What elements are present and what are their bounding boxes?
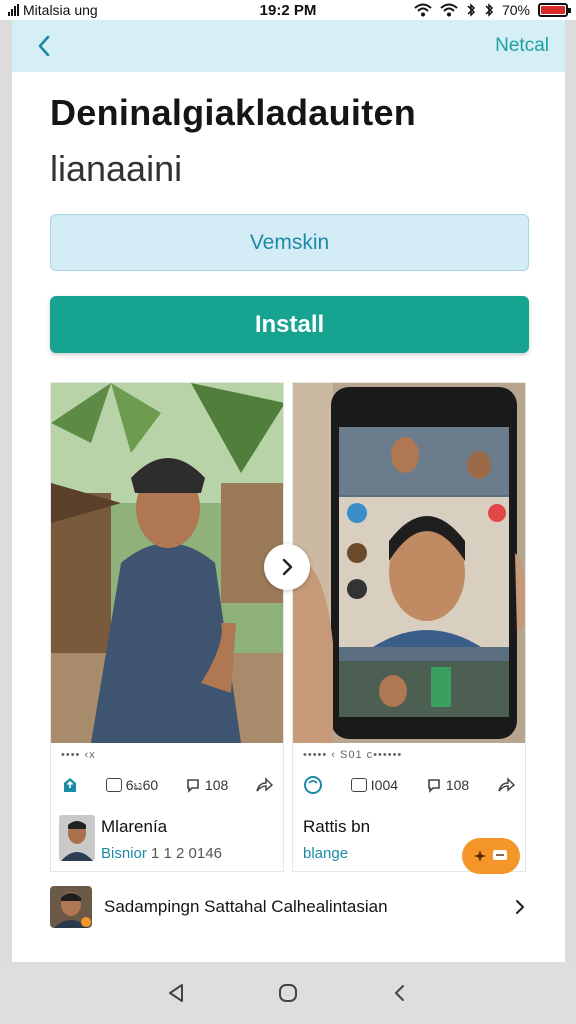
- author-name[interactable]: Mlarenía: [101, 817, 167, 837]
- install-button[interactable]: Install: [50, 296, 529, 353]
- forward-button[interactable]: [255, 777, 273, 793]
- app-bar: Netcal: [12, 20, 565, 72]
- reply-button[interactable]: 108: [185, 777, 228, 793]
- avatar: [50, 886, 92, 928]
- card-meta: •••• ‹x: [61, 749, 96, 761]
- avatar-image: [50, 886, 92, 928]
- forward-button[interactable]: [497, 777, 515, 793]
- photo-illustration: [51, 383, 283, 743]
- chevron-right-icon: [282, 558, 293, 576]
- author-name[interactable]: Rattis bn: [303, 817, 370, 837]
- comment-count: 6ಟ60: [125, 776, 159, 793]
- back-button[interactable]: [28, 30, 60, 62]
- status-bar: Mitalsia ung 19:2 PM 70%: [0, 0, 576, 20]
- nav-back-button[interactable]: [161, 978, 191, 1008]
- home-circle-icon: [279, 984, 297, 1002]
- forward-icon: [498, 777, 515, 792]
- card-meta: ••••• ‹ S01 c••••••: [303, 749, 403, 761]
- share-button[interactable]: [61, 776, 79, 794]
- photo-video-call[interactable]: [293, 383, 525, 743]
- wifi-icon: [414, 3, 432, 17]
- status-left: Mitalsia ung: [8, 2, 98, 18]
- battery-icon: [538, 3, 571, 17]
- share-icon: [64, 778, 76, 792]
- card-actions: I004 108: [303, 771, 515, 799]
- chevron-left-icon: [38, 35, 50, 57]
- comment-button[interactable]: I004: [350, 777, 399, 793]
- comment-icon: [350, 778, 367, 792]
- list-item[interactable]: Sadampingn Sattahal Calhealintasian: [50, 882, 530, 932]
- page-subtitle: lianaaini: [50, 148, 183, 189]
- main-panel: Netcal Deninalgiakladauiten lianaaini Ve…: [12, 20, 565, 962]
- author-meta: Bisnior 1 1 2 0146: [101, 845, 222, 862]
- author-handle[interactable]: blange: [303, 845, 348, 862]
- author-handle[interactable]: Bisnior: [101, 845, 147, 862]
- like-button[interactable]: [303, 775, 323, 795]
- nav-recents-button[interactable]: [385, 978, 415, 1008]
- photo-man-village[interactable]: [51, 383, 283, 743]
- reply-count: 108: [445, 777, 470, 793]
- avatar[interactable]: [59, 815, 95, 861]
- triangle-back-icon: [169, 984, 183, 1002]
- photo-illustration: [293, 383, 525, 743]
- reply-icon: [428, 779, 440, 793]
- comment-icon: [105, 778, 122, 792]
- carrier-label: Mitalsia ung: [23, 2, 98, 18]
- chevron-right-icon: [516, 900, 524, 914]
- like-icon: [304, 776, 322, 794]
- nav-home-button[interactable]: [273, 978, 303, 1008]
- battery-text: 70%: [501, 2, 530, 18]
- avatar-image: [59, 815, 95, 861]
- carousel-next-button[interactable]: [264, 544, 310, 590]
- secondary-button[interactable]: Vemskin: [50, 214, 529, 271]
- bluetooth-icon: [467, 3, 476, 17]
- media-card[interactable]: •••• ‹x 6ಟ60 108 Mlarenía Bisnior 1 1 2 …: [50, 382, 284, 872]
- page-title: Deninalgiakladauiten: [50, 92, 417, 133]
- system-nav-bar: [0, 962, 576, 1024]
- status-right: 70%: [414, 2, 571, 18]
- chat-fab[interactable]: [462, 838, 520, 874]
- author-numbers: 1 1 2 0146: [151, 845, 222, 862]
- card-actions: 6ಟ60 108: [61, 771, 273, 799]
- author-meta: blange: [303, 845, 348, 862]
- comment-count: I004: [370, 777, 399, 793]
- wifi-icon: [440, 3, 458, 17]
- signal-icon: [8, 4, 19, 16]
- bluetooth-icon: [485, 3, 494, 17]
- reply-icon: [187, 779, 199, 793]
- chevron-left-icon: [395, 985, 404, 1001]
- sparkle-icon: [474, 850, 486, 862]
- list-item-label: Sadampingn Sattahal Calhealintasian: [104, 897, 388, 916]
- reply-button[interactable]: 108: [426, 777, 469, 793]
- forward-icon: [256, 777, 273, 792]
- comment-button[interactable]: 6ಟ60: [105, 776, 159, 794]
- reply-count: 108: [204, 777, 229, 793]
- message-icon: [493, 850, 507, 860]
- media-card[interactable]: ••••• ‹ S01 c•••••• I004 108 Rattis bn b…: [292, 382, 526, 872]
- next-button[interactable]: Netcal: [495, 35, 549, 57]
